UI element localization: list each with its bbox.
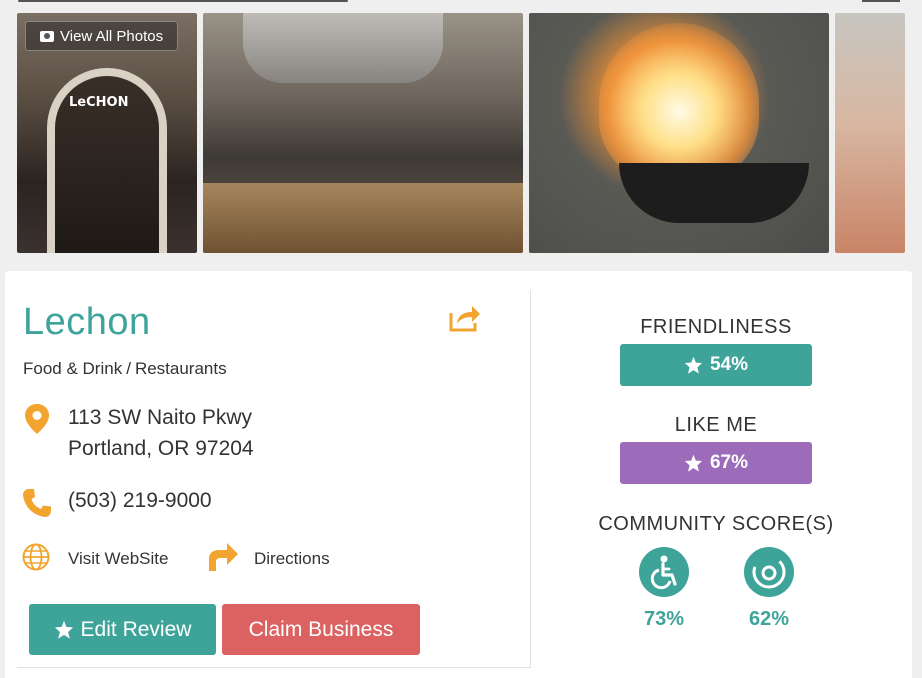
dining-table <box>203 183 523 253</box>
phone-number-link[interactable]: (503) 219-9000 <box>68 489 212 513</box>
globe-icon <box>22 543 50 571</box>
wheelchair-icon[interactable] <box>639 547 689 597</box>
storefront-sign: LeCHON <box>69 95 129 110</box>
camera-icon <box>40 30 54 42</box>
photo-dessert[interactable] <box>835 13 905 253</box>
category-breadcrumb: Food & Drink / Restaurants <box>23 359 227 379</box>
claim-business-label: Claim Business <box>248 617 394 641</box>
ceiling-duct <box>243 13 443 83</box>
phone-icon <box>23 489 51 517</box>
visit-website-link[interactable]: Visit WebSite <box>68 549 168 569</box>
scroll-indicator <box>18 0 348 2</box>
photo-flaming-wok[interactable] <box>529 13 829 253</box>
hearing-icon[interactable] <box>744 547 794 597</box>
flame <box>599 23 759 183</box>
friendliness-score-badge: 54% <box>620 344 812 386</box>
edit-review-label: Edit Review <box>80 617 192 641</box>
directions-link[interactable]: Directions <box>254 549 330 569</box>
view-all-photos-label: View All Photos <box>60 27 164 45</box>
star-icon <box>684 356 703 374</box>
star-icon <box>684 454 703 472</box>
star-icon <box>54 620 73 639</box>
community-scores-heading: COMMUNITY SCORE(S) <box>598 513 834 535</box>
subcategory-link[interactable]: Restaurants <box>135 359 227 378</box>
scroll-indicator-end <box>862 0 900 2</box>
wok <box>619 163 809 223</box>
accessibility-score: 73% <box>643 608 685 630</box>
category-link[interactable]: Food & Drink <box>23 359 122 378</box>
directions-arrow-icon <box>209 543 238 571</box>
friendliness-value: 54% <box>709 354 749 375</box>
hearing-score: 62% <box>748 608 790 630</box>
business-name: Lechon <box>23 301 151 343</box>
business-page: LeCHON View All Photos Lechon Food & Dri… <box>0 0 922 678</box>
location-pin-icon <box>25 404 49 434</box>
claim-business-button[interactable]: Claim Business <box>222 604 420 655</box>
photo-dining-room[interactable] <box>203 13 523 253</box>
view-all-photos-button[interactable]: View All Photos <box>25 21 179 51</box>
address-line-2: Portland, OR 97204 <box>68 437 254 460</box>
like-me-heading: LIKE ME <box>674 414 758 436</box>
like-me-value: 67% <box>709 452 749 473</box>
address-line-1: 113 SW Naito Pkwy <box>68 406 253 429</box>
edit-review-button[interactable]: Edit Review <box>29 604 216 655</box>
friendliness-heading: FRIENDLINESS <box>640 316 792 338</box>
like-me-score-badge: 67% <box>620 442 812 484</box>
share-icon[interactable] <box>448 303 482 333</box>
address: 113 SW Naito Pkwy Portland, OR 97204 <box>68 402 254 464</box>
breadcrumb-separator: / <box>126 359 131 378</box>
